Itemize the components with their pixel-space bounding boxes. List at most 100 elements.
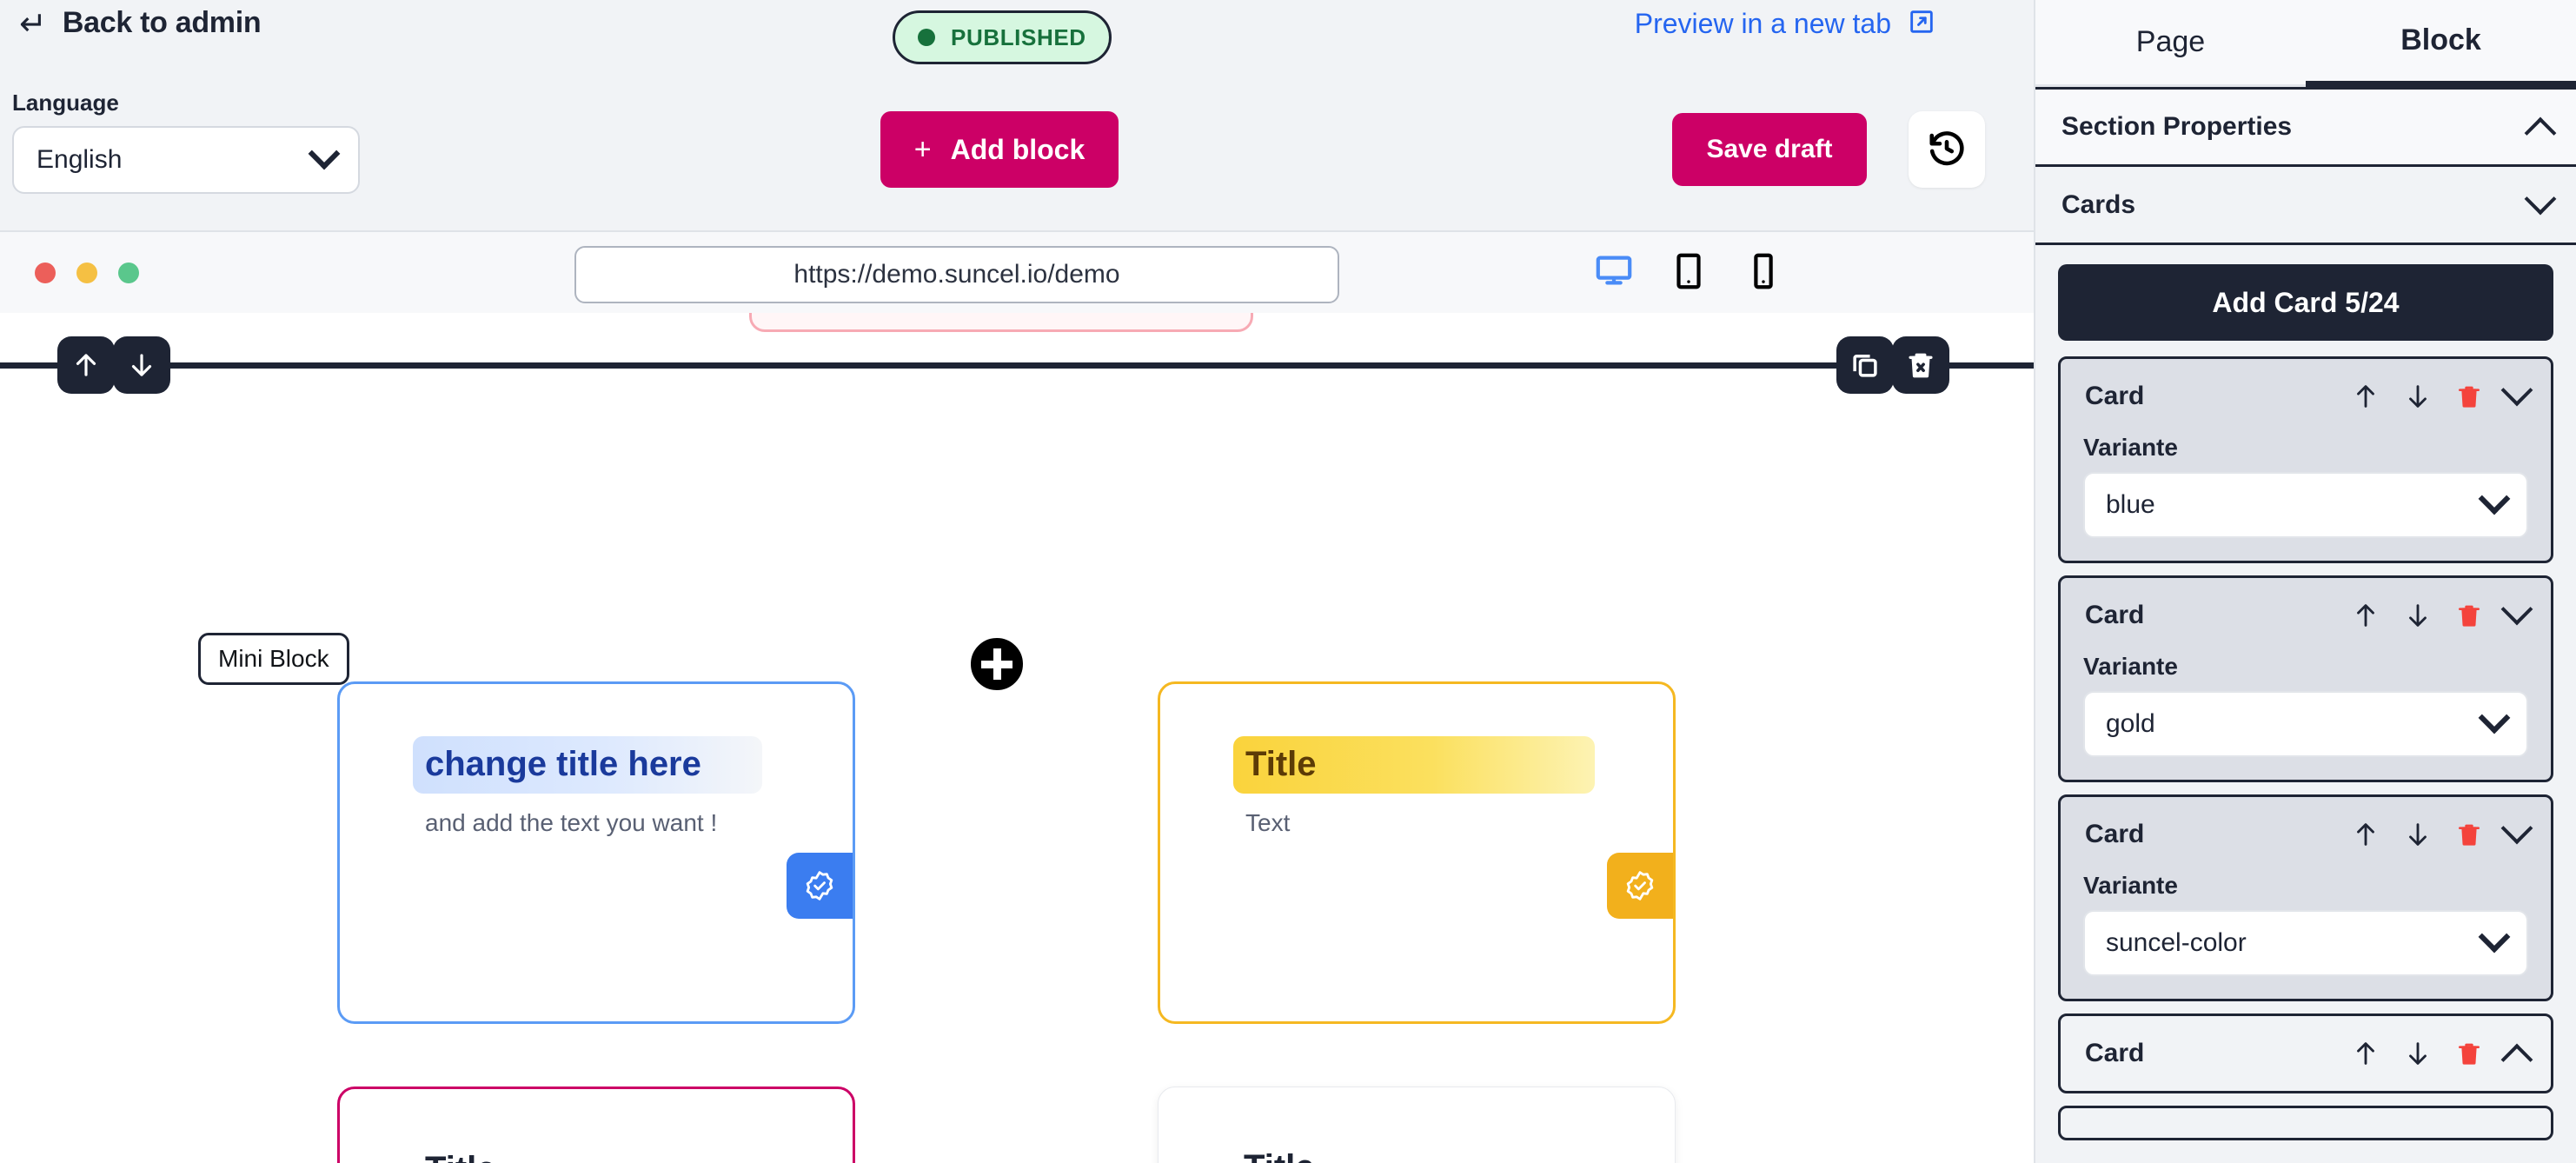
properties-sidebar: Page Block Section Properties Cards Add … (2034, 0, 2576, 1163)
previous-block-outline (749, 313, 1253, 332)
card-list-item-body: Variante suncel-color (2061, 872, 2551, 999)
variant-label: Variante (2083, 653, 2178, 680)
arrow-left-icon: ↵ (19, 3, 47, 43)
trash-icon[interactable] (2455, 1040, 2483, 1067)
block-name-chip[interactable]: Mini Block (198, 633, 349, 685)
canvas-card-title[interactable]: Title (1232, 1140, 1331, 1163)
section-properties-accordion[interactable]: Section Properties (2035, 87, 2576, 167)
canvas-card-text[interactable]: Text (1245, 809, 1673, 837)
trash-icon[interactable] (2455, 821, 2483, 848)
arrow-up-icon[interactable] (2351, 601, 2380, 630)
tab-page[interactable]: Page (2035, 0, 2306, 87)
mobile-icon[interactable] (1743, 251, 1783, 291)
save-draft-button[interactable]: Save draft (1672, 113, 1867, 186)
card-list-item-header[interactable]: Card (2061, 1016, 2551, 1091)
language-select[interactable]: English (12, 126, 360, 194)
chevron-down-icon (2478, 701, 2511, 734)
trash-icon[interactable] (2455, 601, 2483, 629)
card-row-actions (2351, 374, 2533, 411)
card-row-actions (2351, 593, 2533, 630)
section-properties-label: Section Properties (2061, 112, 2293, 141)
device-preview-switcher (1594, 251, 1783, 291)
editor-area: ↵ Back to admin Language English PUBLISH… (0, 0, 2034, 1163)
back-to-admin-label: Back to admin (62, 6, 262, 39)
arrow-up-icon[interactable] (2351, 1039, 2380, 1068)
chevron-up-icon[interactable] (2500, 1043, 2533, 1076)
canvas-card-plain[interactable]: Title Text (1158, 1087, 1676, 1163)
card-list-item-header[interactable]: Card (2061, 359, 2551, 434)
chevron-down-icon (2478, 920, 2511, 954)
preview-in-new-tab-link[interactable]: Preview in a new tab (1635, 7, 1936, 41)
status-badge[interactable]: PUBLISHED (893, 10, 1112, 64)
canvas-card-blue[interactable]: change title here and add the text you w… (337, 681, 855, 1024)
tab-block[interactable]: Block (2306, 0, 2576, 87)
card-list-item-partial[interactable] (2058, 1106, 2553, 1140)
add-block-label: Add block (950, 133, 1086, 165)
tablet-icon[interactable] (1669, 251, 1709, 291)
chevron-down-icon[interactable] (2500, 812, 2533, 845)
chevron-down-icon[interactable] (2500, 593, 2533, 626)
canvas-card-gold[interactable]: Title Text (1158, 681, 1676, 1024)
canvas-card-title[interactable]: Title (1233, 736, 1595, 794)
close-dot-icon (35, 263, 56, 283)
block-selection-rule (0, 362, 2034, 369)
card-list-item: Card (2058, 794, 2553, 1001)
arrow-down-icon[interactable] (2403, 601, 2433, 630)
add-card-button[interactable]: Add Card 5/24 (2058, 264, 2553, 341)
card-row-actions (2351, 1039, 2533, 1076)
page-canvas: Mini Block change title here and add the… (0, 313, 2034, 1163)
card-list-item: Card (2058, 356, 2553, 563)
add-block-button[interactable]: + Add block (880, 111, 1119, 188)
arrow-up-icon[interactable] (2351, 820, 2380, 849)
arrow-down-icon[interactable] (2403, 820, 2433, 849)
canvas-card-pink[interactable]: Title Text (337, 1087, 855, 1163)
card-list-item-title: Card (2085, 382, 2145, 410)
card-row-actions (2351, 812, 2533, 849)
variant-select[interactable]: gold (2083, 691, 2528, 757)
chevron-down-icon (2524, 183, 2557, 215)
chevron-down-icon (2478, 482, 2511, 515)
preview-browser-chrome: https://demo.suncel.io/demo (0, 230, 2034, 313)
variant-value: gold (2106, 709, 2155, 738)
external-link-icon (1907, 7, 1936, 41)
card-list-item-title: Card (2085, 1039, 2145, 1067)
card-list-item-title: Card (2085, 601, 2145, 629)
url-input[interactable]: https://demo.suncel.io/demo (574, 246, 1339, 303)
sidebar-tabs: Page Block (2035, 0, 2576, 87)
block-move-down-button[interactable] (113, 336, 170, 394)
block-move-up-button[interactable] (57, 336, 115, 394)
suncel-page-editor: ↵ Back to admin Language English PUBLISH… (0, 0, 2576, 1163)
arrow-down-icon[interactable] (2403, 382, 2433, 411)
language-label: Language (12, 90, 119, 116)
canvas-card-title[interactable]: change title here (413, 736, 762, 794)
status-badge-label: PUBLISHED (951, 23, 1086, 50)
trash-icon[interactable] (2455, 382, 2483, 410)
language-value: English (37, 145, 123, 174)
card-list-item: Card (2058, 575, 2553, 782)
cards-label: Cards (2061, 189, 2136, 219)
arrow-down-icon[interactable] (2403, 1039, 2433, 1068)
card-list-item-header[interactable]: Card (2061, 578, 2551, 653)
plus-circle-icon[interactable] (966, 633, 1028, 695)
block-duplicate-button[interactable] (1836, 336, 1894, 394)
variant-select[interactable]: blue (2083, 472, 2528, 538)
chevron-down-icon (308, 137, 341, 170)
variant-value: suncel-color (2106, 928, 2247, 957)
variant-label: Variante (2083, 872, 2178, 899)
arrow-up-icon[interactable] (2351, 382, 2380, 411)
minimize-dot-icon (76, 263, 97, 283)
block-delete-button[interactable] (1892, 336, 1949, 394)
back-to-admin-link[interactable]: ↵ Back to admin (19, 3, 262, 43)
canvas-card-title[interactable]: Title (413, 1141, 512, 1163)
variant-label: Variante (2083, 434, 2178, 461)
canvas-card-text[interactable]: and add the text you want ! (425, 809, 853, 837)
variant-value: blue (2106, 490, 2155, 519)
cards-accordion[interactable]: Cards (2035, 167, 2576, 245)
history-revert-button[interactable] (1909, 111, 1985, 188)
maximize-dot-icon (118, 263, 139, 283)
window-controls (35, 263, 139, 283)
card-list-item-header[interactable]: Card (2061, 797, 2551, 872)
desktop-icon[interactable] (1594, 251, 1634, 291)
chevron-down-icon[interactable] (2500, 374, 2533, 407)
variant-select[interactable]: suncel-color (2083, 910, 2528, 976)
